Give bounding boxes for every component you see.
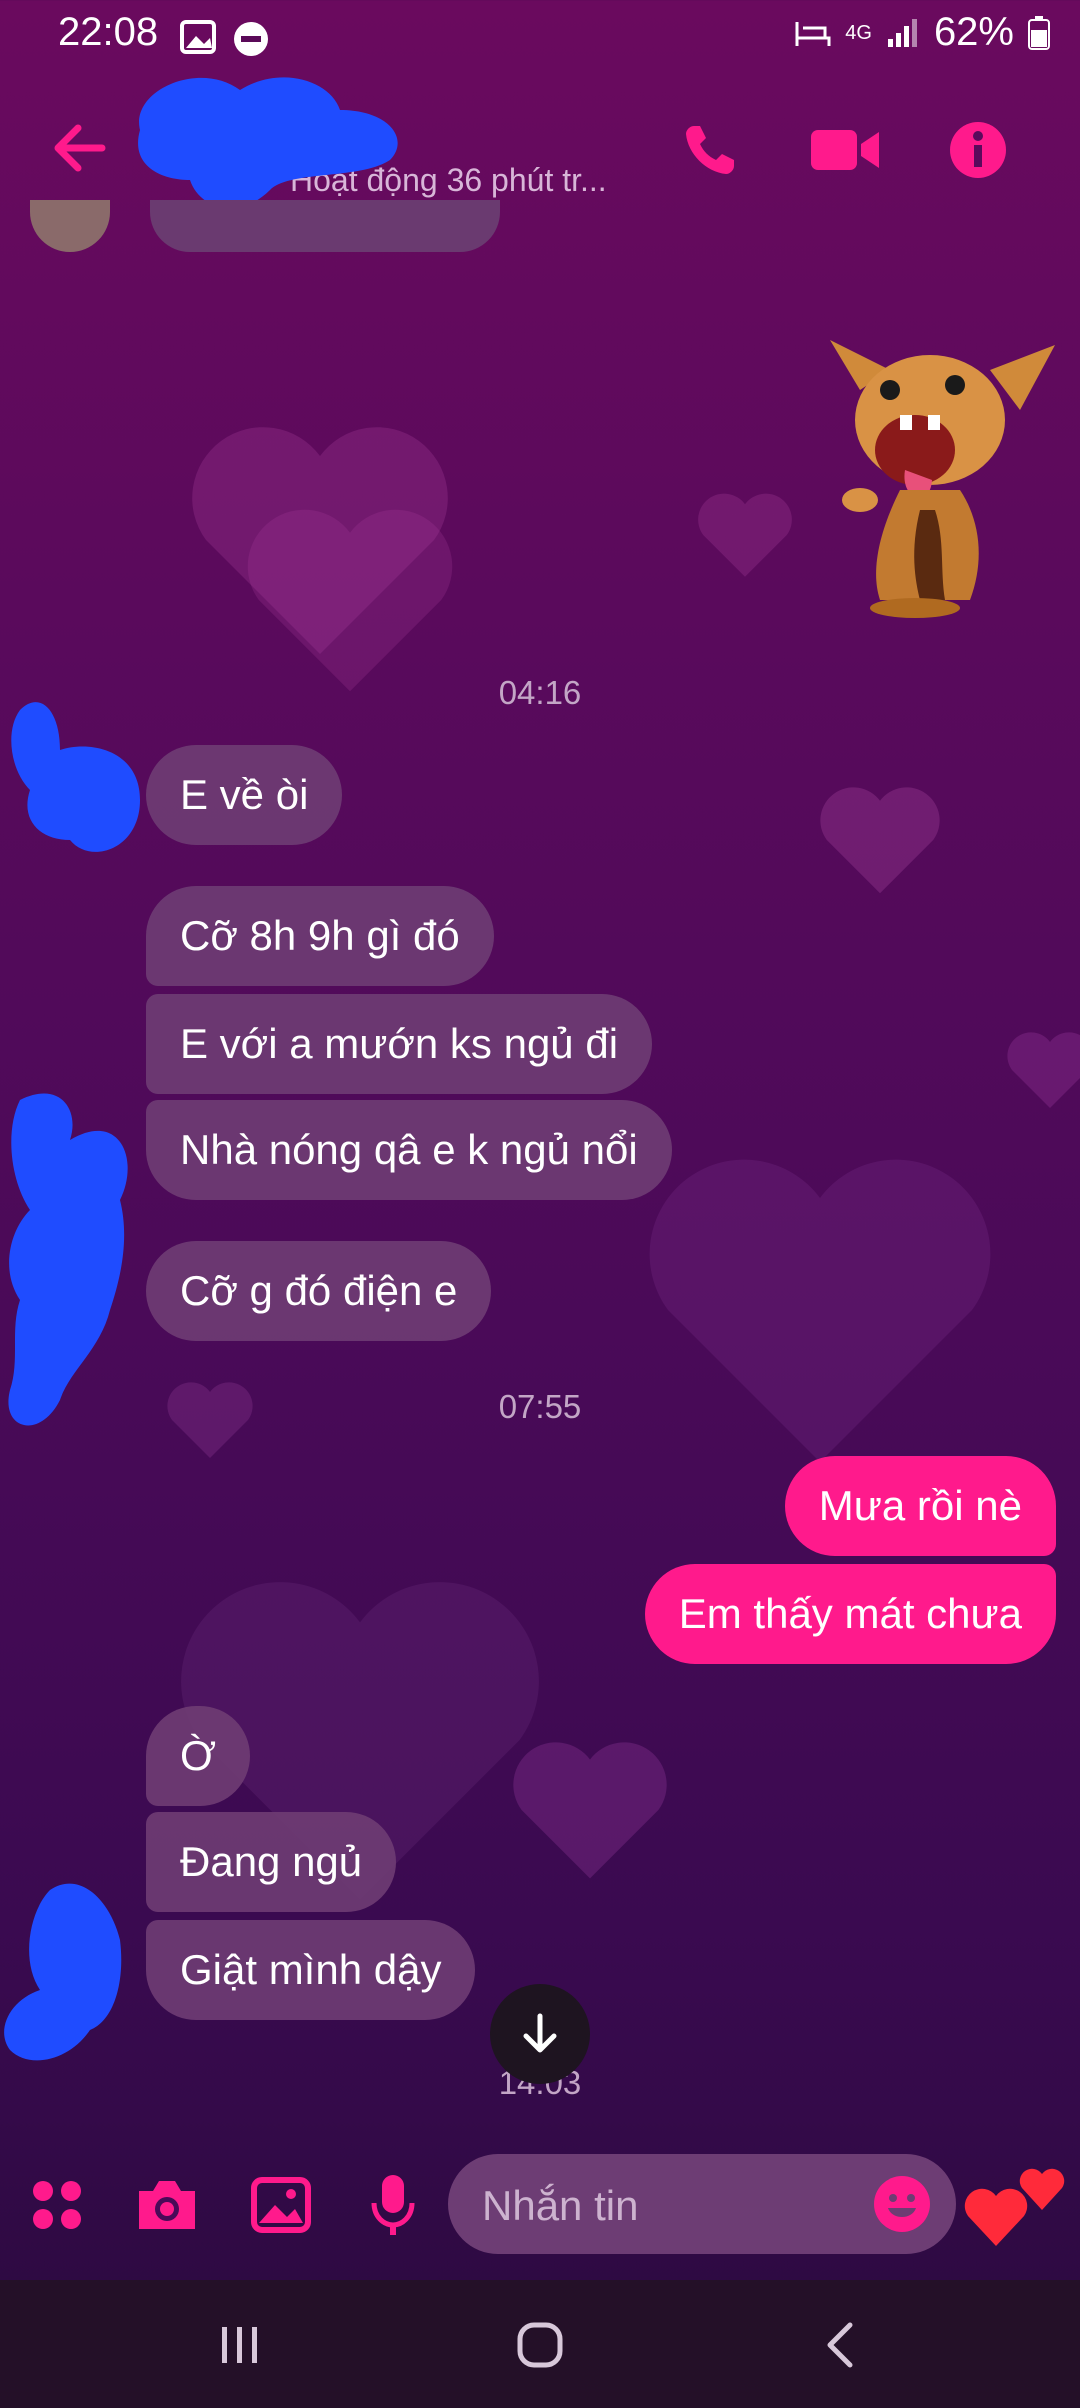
camera-button[interactable] [132, 2170, 202, 2240]
status-bar: 22:08 4G 62% [0, 0, 1080, 70]
background-heart [513, 1742, 667, 1879]
received-message[interactable]: E về òi [146, 745, 343, 845]
back-arrow-icon [54, 124, 106, 172]
chevron-left-icon [827, 2322, 853, 2368]
avatar-redaction [4, 1883, 122, 2061]
sent-message[interactable]: Em thấy mát chưa [644, 1564, 1056, 1664]
video-call-button[interactable] [805, 110, 885, 190]
sent-message[interactable]: Mưa rồi nè [784, 1456, 1056, 1556]
timestamp: 04:16 [498, 674, 582, 711]
message-placeholder: Nhắn tin [482, 2182, 639, 2229]
info-icon [950, 122, 1006, 178]
received-message[interactable]: Ờ [146, 1706, 251, 1806]
microphone-icon [371, 2175, 415, 2235]
received-message[interactable]: Cỡ g đó điện e [146, 1241, 492, 1341]
arrow-down-icon [523, 2013, 557, 2053]
avatar-redaction [8, 1093, 128, 1426]
status-right: 4G 62% [795, 10, 1050, 55]
avatar-redaction [11, 702, 140, 852]
image-icon [251, 2177, 311, 2233]
info-button[interactable] [938, 110, 1018, 190]
message-composer: Nhắn tin [0, 2140, 1080, 2270]
received-message[interactable]: Cỡ 8h 9h gì đó [146, 886, 494, 986]
battery-percent: 62% [933, 10, 1014, 54]
system-navigation-bar [0, 2280, 1080, 2408]
home-button[interactable] [500, 2310, 580, 2380]
recent-apps-button[interactable] [200, 2310, 280, 2380]
back-nav-button[interactable] [800, 2310, 880, 2380]
contact-name-redaction[interactable] [120, 70, 420, 220]
sleep-mode-icon [795, 21, 831, 46]
battery-icon [1028, 15, 1050, 50]
background-heart [698, 493, 792, 577]
do-not-disturb-icon [234, 22, 268, 56]
status-time: 22:08 [58, 10, 159, 54]
background-heart [820, 787, 940, 894]
voice-message-button[interactable] [358, 2170, 428, 2240]
message-input[interactable]: Nhắn tin [448, 2154, 956, 2254]
partial-message-bubble[interactable] [150, 200, 500, 252]
call-button[interactable] [670, 110, 750, 190]
home-icon [517, 2322, 563, 2368]
camera-icon [139, 2181, 195, 2229]
network-type: 4G [845, 21, 872, 44]
received-message[interactable]: Đang ngủ [146, 1812, 397, 1912]
received-message[interactable]: Nhà nóng qâ e k ngủ nổi [146, 1100, 672, 1200]
received-message[interactable]: E với a mướn ks ngủ đi [146, 994, 653, 1094]
background-heart [1007, 1032, 1080, 1108]
background-heart [649, 1159, 991, 1462]
received-message[interactable]: Giật mình dậy [146, 1920, 476, 2020]
quick-reaction-heart-icon[interactable] [960, 2154, 1070, 2254]
status-notification-icons [180, 20, 270, 58]
gallery-button[interactable] [246, 2170, 316, 2240]
emoji-icon[interactable] [872, 2174, 932, 2234]
phone-icon [686, 126, 734, 174]
signal-icon [887, 18, 917, 47]
gallery-notification-icon [180, 20, 216, 54]
contact-avatar[interactable] [30, 200, 110, 252]
recent-apps-icon [222, 2327, 257, 2363]
timestamp: 07:55 [498, 1388, 582, 1425]
grid-dots-icon [33, 2181, 81, 2229]
scroll-to-bottom-button[interactable] [490, 1984, 590, 2084]
back-button[interactable] [50, 118, 110, 178]
dog-sticker[interactable] [820, 330, 1060, 630]
video-camera-icon [811, 130, 879, 170]
more-actions-button[interactable] [22, 2170, 92, 2240]
